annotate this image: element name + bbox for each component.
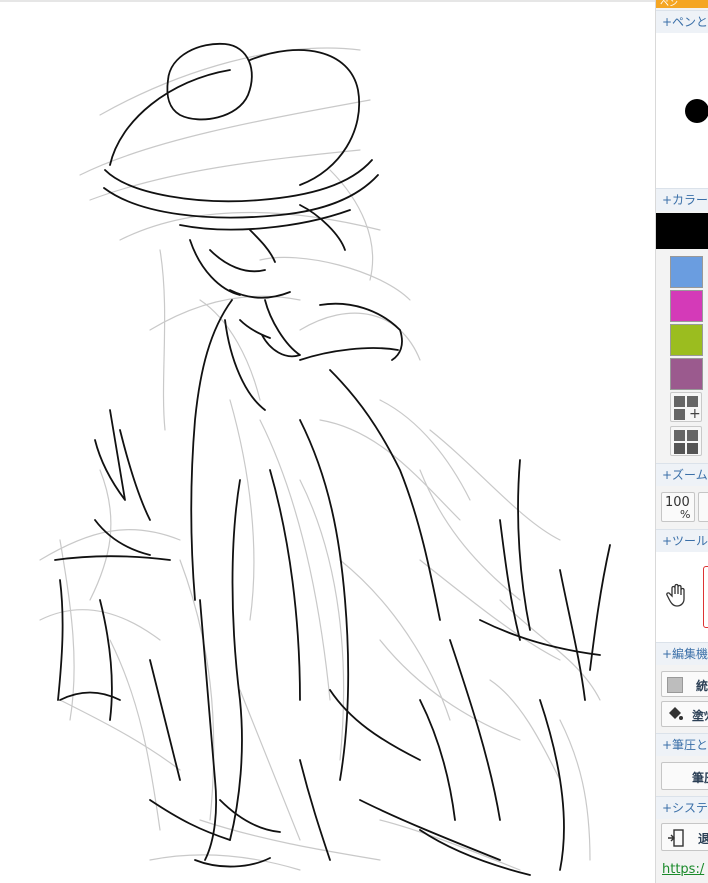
fill-label: 塗ﾂ <box>692 709 708 723</box>
palette-swatch-purple[interactable] <box>670 358 703 390</box>
merge-layers-button[interactable]: 統 <box>661 671 708 697</box>
section-header-tools[interactable]: +ツール <box>656 529 708 552</box>
palette-swatch-blue[interactable] <box>670 256 703 288</box>
section-header-pressure[interactable]: +筆圧と <box>656 733 708 756</box>
palette-pane: + <box>656 211 708 463</box>
pen-size-pane <box>656 33 708 190</box>
drawing-canvas[interactable] <box>0 0 655 883</box>
sidebar-top-tab[interactable]: ペン <box>656 0 708 9</box>
hand-tool-icon[interactable] <box>666 582 690 608</box>
section-header-edit[interactable]: +編集機 <box>656 642 708 665</box>
exit-button[interactable]: 退 <box>661 823 708 851</box>
pressure-pane: 筆圧 <box>656 756 708 796</box>
exit-door-icon <box>667 828 685 852</box>
pressure-label: 筆圧 <box>692 771 708 785</box>
tool-sidebar: ペン +ペンと消 +カラーピ + +ズーム 100 % <box>655 0 708 883</box>
merge-label: 統 <box>696 679 708 693</box>
exit-label: 退 <box>698 830 708 847</box>
selected-tool-frame[interactable] <box>703 566 708 628</box>
pressure-button[interactable]: 筆圧 <box>661 762 708 790</box>
fit-screen-button[interactable] <box>698 492 708 522</box>
merge-icon <box>667 677 683 693</box>
sketch-drawing <box>39 42 611 876</box>
edit-pane: 統 塗ﾂ <box>656 665 708 731</box>
zoom-100-button[interactable]: 100 % <box>661 492 695 522</box>
palette-swatch-olive[interactable] <box>670 324 703 356</box>
section-header-zoom[interactable]: +ズーム <box>656 463 708 486</box>
sidebar-top-tab-label: ペン <box>660 0 679 9</box>
zoom-pane: 100 % <box>656 486 708 528</box>
section-header-pen[interactable]: +ペンと消 <box>656 10 708 33</box>
section-header-system[interactable]: +システム <box>656 796 708 819</box>
fill-button[interactable]: 塗ﾂ <box>661 701 708 727</box>
system-pane: 退 <box>656 819 708 857</box>
brush-size-dot[interactable] <box>685 99 708 123</box>
tools-pane <box>656 552 708 642</box>
zoom-percent-label: % <box>680 508 691 521</box>
section-header-palette[interactable]: +カラーピ <box>656 188 708 211</box>
swap-palette-colors-icon[interactable] <box>670 426 702 456</box>
current-color-swatch[interactable] <box>656 213 708 249</box>
add-palette-color-icon[interactable]: + <box>670 392 702 422</box>
paint-bucket-icon <box>666 705 684 727</box>
footer-link[interactable]: https:/ <box>662 862 704 877</box>
palette-swatch-magenta[interactable] <box>670 290 703 322</box>
